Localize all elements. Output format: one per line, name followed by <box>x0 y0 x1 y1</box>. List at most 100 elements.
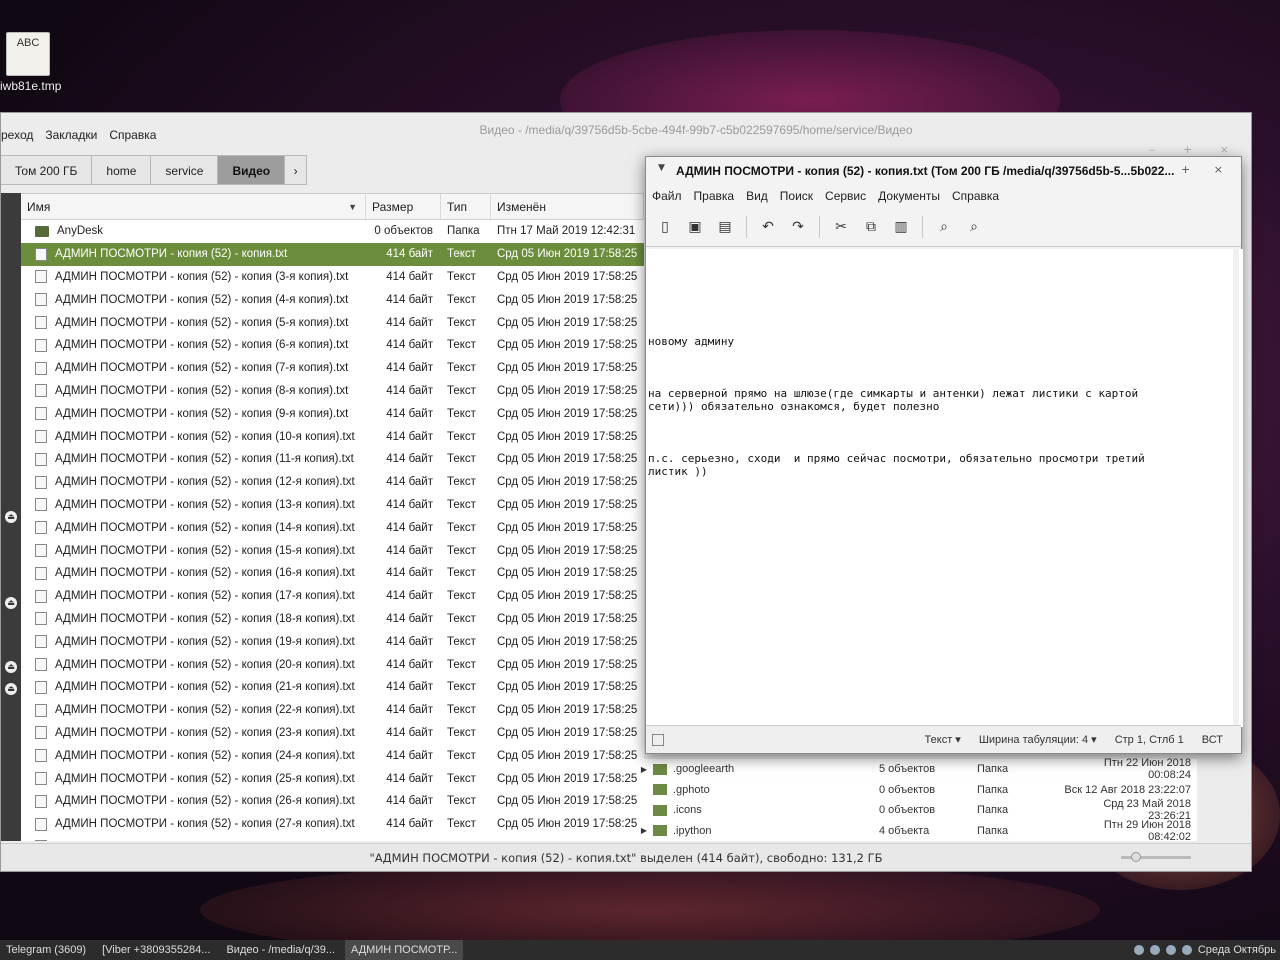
file-row[interactable]: АДМИН ПОСМОТРИ - копия (52) - копия (16-… <box>21 562 644 585</box>
file-row[interactable]: АДМИН ПОСМОТРИ - копия (52) - копия (18-… <box>21 608 644 631</box>
search-icon[interactable]: ⌕ <box>935 218 953 236</box>
file-row[interactable]: АДМИН ПОСМОТРИ - копия (52) - копия (20-… <box>21 653 644 676</box>
menu-file[interactable]: Файл <box>652 189 682 203</box>
file-type: Текст <box>447 818 476 831</box>
file-row[interactable]: АДМИН ПОСМОТРИ - копия (52) - копия (26-… <box>21 790 644 813</box>
tray-icon[interactable] <box>1165 945 1176 955</box>
breadcrumb-video[interactable]: Видео <box>218 155 286 185</box>
folder-row[interactable]: .gphoto 0 объектов Папка Вск 12 Авг 2018 23… <box>637 780 1197 801</box>
column-modified-header[interactable]: Изменён <box>491 194 644 219</box>
window-controls[interactable]: ‒ + × <box>1151 163 1233 176</box>
chevron-right-icon[interactable]: › <box>285 155 308 185</box>
file-row[interactable]: АДМИН ПОСМОТРИ - копия (52) - копия (22-… <box>21 699 644 722</box>
file-type: Текст <box>447 635 476 648</box>
file-row[interactable]: АДМИН ПОСМОТРИ - копия (52) - копия (23-… <box>21 722 644 745</box>
file-row[interactable]: АДМИН ПОСМОТРИ - копия (52) - копия (21-… <box>21 676 644 699</box>
folder-row[interactable]: AnyDesk 0 объектов Папка Птн 17 Май 2019 12… <box>21 220 644 243</box>
file-row[interactable]: АДМИН ПОСМОТРИ - копия (52) - копия (8-я… <box>21 380 644 403</box>
file-row[interactable]: АДМИН ПОСМОТРИ - копия (52) - копия (25-… <box>21 767 644 790</box>
file-row[interactable]: АДМИН ПОСМОТРИ - копия (52) - копия (4-я… <box>21 288 644 311</box>
file-row[interactable]: АДМИН ПОСМОТРИ - копия (52) - копия (27-… <box>21 813 644 836</box>
file-row[interactable]: АДМИН ПОСМОТРИ - копия (52) - копия.txt 4… <box>21 242 644 266</box>
file-row[interactable]: АДМИН ПОСМОТРИ - копия (52) - копия (7-я… <box>21 357 644 380</box>
eject-icon[interactable]: ⏏ <box>5 511 17 523</box>
file-row[interactable]: АДМИН ПОСМОТРИ - копия (52) - копия (3-я… <box>21 266 644 289</box>
file-name: АДМИН ПОСМОТРИ - копия (52) - копия (9-я… <box>55 407 349 420</box>
taskbar-item-telegram[interactable]: Telegram (3609) <box>0 940 92 960</box>
taskbar-item-viber[interactable]: [Viber +3809355284... <box>96 940 216 960</box>
window-controls[interactable]: ‒ + × <box>1149 143 1241 156</box>
column-name-header[interactable]: Имя ▼ <box>21 194 366 219</box>
file-row[interactable]: АДМИН ПОСМОТРИ - копия (52) - копия (19-… <box>21 630 644 653</box>
menu-bookmarks[interactable]: Закладки <box>45 128 97 142</box>
file-row[interactable]: АДМИН ПОСМОТРИ - копия (52) - копия (28-… <box>21 836 644 841</box>
file-row[interactable]: АДМИН ПОСМОТРИ - копия (52) - копия (15-… <box>21 539 644 562</box>
file-manager-menubar: реход Закладки Справка <box>1 128 156 142</box>
window-menu-icon[interactable]: ▼ <box>658 163 665 173</box>
breadcrumb-service[interactable]: service <box>151 155 219 185</box>
breadcrumb-home[interactable]: home <box>92 155 152 185</box>
menu-go[interactable]: реход <box>1 128 33 142</box>
expand-arrow-icon[interactable]: ▶ <box>637 826 651 835</box>
file-modified: Срд 05 Июн 2019 17:58:25 <box>497 544 638 557</box>
file-row[interactable]: АДМИН ПОСМОТРИ - копия (52) - копия (9-я… <box>21 402 644 425</box>
folder-row[interactable]: .icons 0 объектов Папка Срд 23 Май 2018 23:… <box>637 798 1197 822</box>
text-file-icon <box>35 589 47 603</box>
eject-icon[interactable]: ⏏ <box>5 661 17 673</box>
paste-icon[interactable]: ▥ <box>892 218 910 236</box>
zoom-slider[interactable] <box>1121 852 1191 862</box>
file-modified: Срд 05 Июн 2019 17:58:25 <box>497 293 638 306</box>
folder-row[interactable]: ▶ .ipython 4 объекта Папка Птн 29 Июн 2018 0… <box>637 819 1197 843</box>
menu-view[interactable]: Вид <box>746 189 768 203</box>
menu-edit[interactable]: Правка <box>694 189 735 203</box>
syntax-selector[interactable]: Текст ▾ <box>925 733 961 746</box>
file-row[interactable]: АДМИН ПОСМОТРИ - копия (52) - копия (17-… <box>21 585 644 608</box>
file-row[interactable]: АДМИН ПОСМОТРИ - копия (52) - копия (5-я… <box>21 311 644 334</box>
menu-help[interactable]: Справка <box>952 189 999 203</box>
new-document-icon[interactable]: ▯ <box>656 218 674 236</box>
status-bar: "АДМИН ПОСМОТРИ - копия (52) - копия.txt… <box>1 843 1251 871</box>
file-row[interactable]: АДМИН ПОСМОТРИ - копия (52) - копия (6-я… <box>21 334 644 357</box>
column-type-header[interactable]: Тип <box>441 194 491 219</box>
desktop-file-icon[interactable]: ABC <box>6 32 50 76</box>
desktop-icon-label[interactable]: iwb81e.tmp <box>0 79 61 93</box>
eject-icon[interactable]: ⏏ <box>5 597 17 609</box>
undo-icon[interactable]: ↶ <box>759 218 777 236</box>
file-size: 414 байт <box>386 293 433 306</box>
file-size: 0 объектов <box>374 225 433 238</box>
menu-tools[interactable]: Сервис <box>825 189 866 203</box>
breadcrumb-volume[interactable]: Том 200 ГБ <box>1 155 93 185</box>
cut-icon[interactable]: ✂ <box>832 218 850 236</box>
expand-arrow-icon[interactable]: ▶ <box>637 765 651 774</box>
file-name: АДМИН ПОСМОТРИ - копия (52) - копия.txt <box>55 248 288 261</box>
redo-icon[interactable]: ↷ <box>789 218 807 236</box>
folder-row[interactable]: ▶ .googleearth 5 объектов Папка Птн 22 Июн 2… <box>637 757 1197 781</box>
editor-text-area[interactable]: новому админу на серверной прямо на шлюз… <box>646 249 1243 727</box>
side-panel-toggle-icon[interactable] <box>652 733 664 746</box>
taskbar-item-file-manager[interactable]: Видео - /media/q/39... <box>220 940 341 960</box>
tray-icon[interactable] <box>1149 945 1160 955</box>
tab-width-selector[interactable]: Ширина табуляции: 4 ▾ <box>979 733 1097 746</box>
file-row[interactable]: АДМИН ПОСМОТРИ - копия (52) - копия (10-… <box>21 425 644 448</box>
tray-icon[interactable] <box>1181 945 1192 955</box>
menu-documents[interactable]: Документы <box>878 189 940 203</box>
save-document-icon[interactable]: ▤ <box>716 218 734 236</box>
file-row[interactable]: АДМИН ПОСМОТРИ - копия (52) - копия (13-… <box>21 494 644 517</box>
file-row[interactable]: АДМИН ПОСМОТРИ - копия (52) - копия (12-… <box>21 471 644 494</box>
file-row[interactable]: АДМИН ПОСМОТРИ - копия (52) - копия (11-… <box>21 448 644 471</box>
open-document-icon[interactable]: ▣ <box>686 218 704 236</box>
zoom-slider-handle[interactable] <box>1131 852 1141 862</box>
replace-icon[interactable]: ⌕ <box>965 218 983 236</box>
copy-icon[interactable]: ⧉ <box>862 218 880 236</box>
menu-help[interactable]: Справка <box>109 128 156 142</box>
column-size-header[interactable]: Размер <box>366 194 441 219</box>
eject-icon[interactable]: ⏏ <box>5 683 17 695</box>
file-row[interactable]: АДМИН ПОСМОТРИ - копия (52) - копия (24-… <box>21 744 644 767</box>
tray-icon[interactable] <box>1133 945 1144 955</box>
file-row[interactable]: АДМИН ПОСМОТРИ - копия (52) - копия (14-… <box>21 516 644 539</box>
taskbar-item-editor[interactable]: АДМИН ПОСМОТР... <box>345 940 464 960</box>
menu-search[interactable]: Поиск <box>780 189 813 203</box>
file-type: Текст <box>447 681 476 694</box>
clock[interactable]: Среда Октябрь <box>1198 944 1276 956</box>
scrollbar[interactable] <box>1233 249 1239 727</box>
